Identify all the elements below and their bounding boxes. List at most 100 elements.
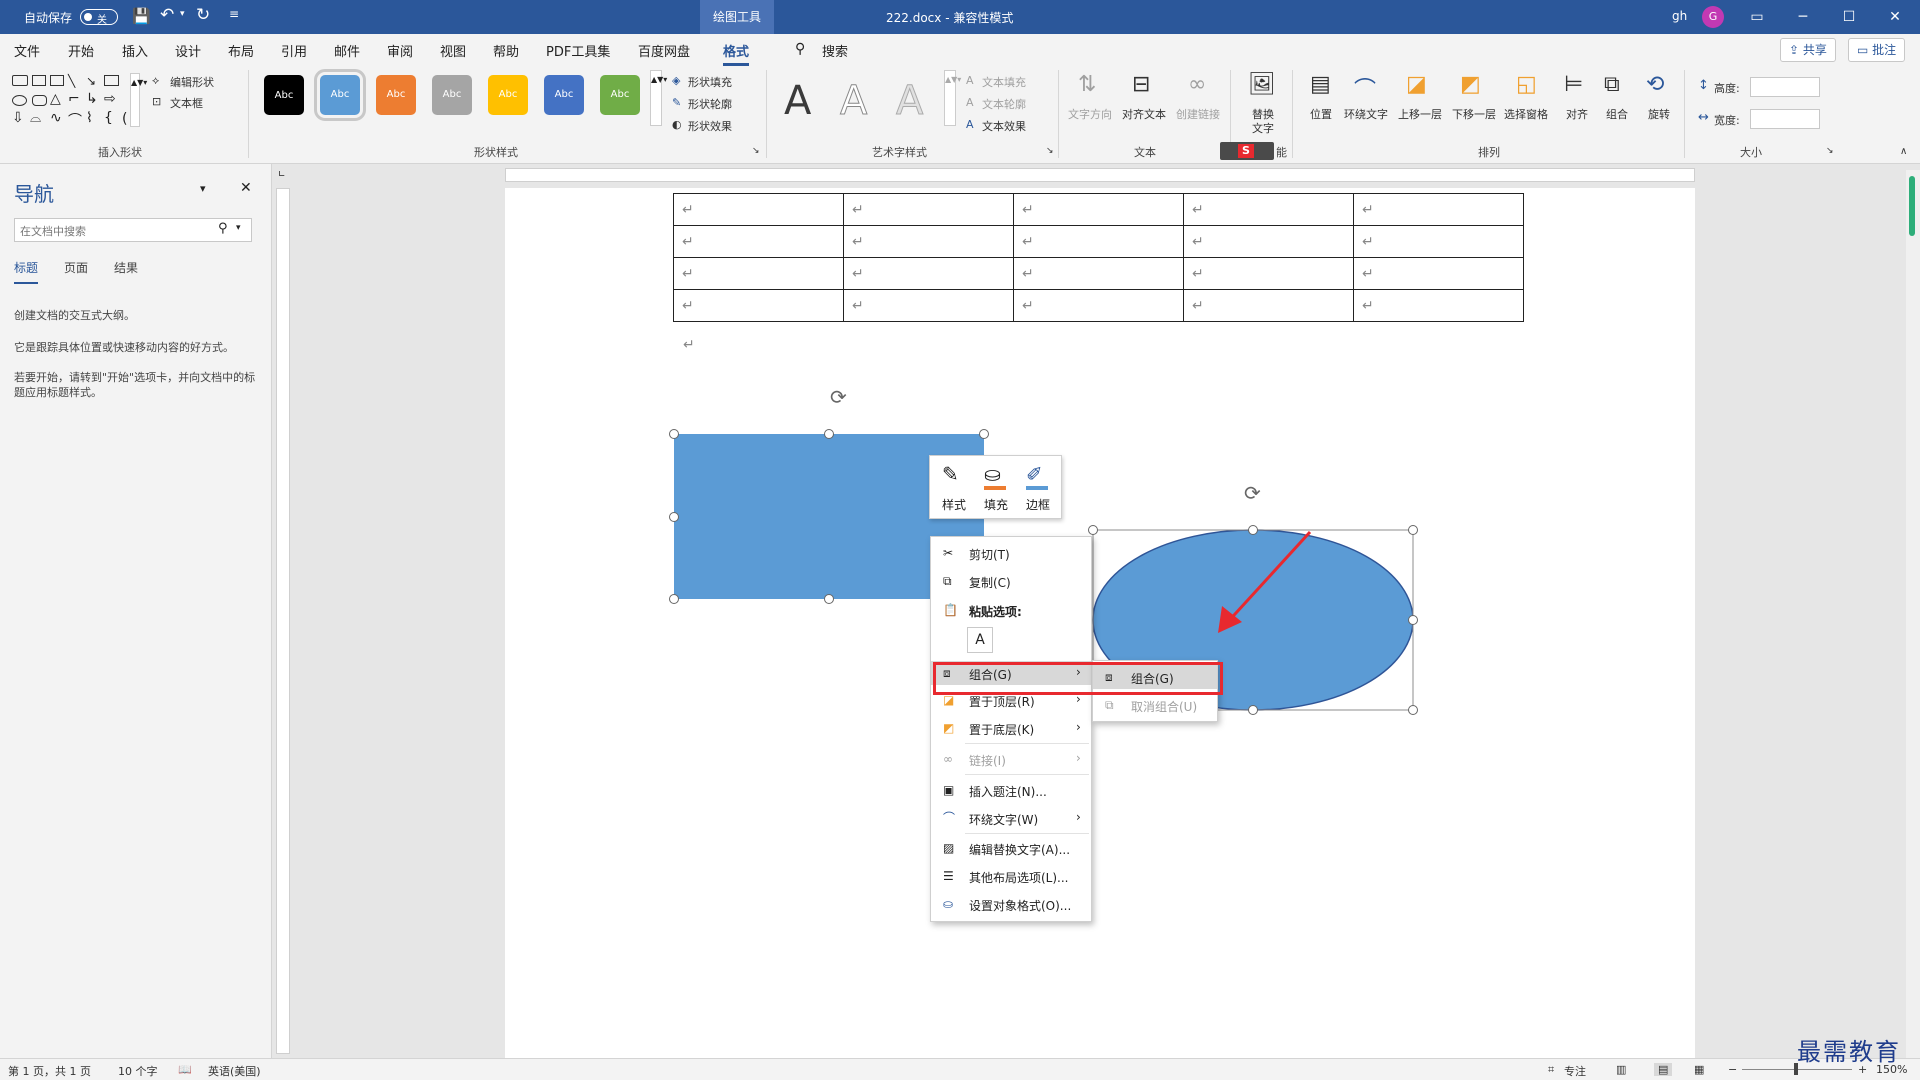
maximize-button[interactable]: ☐: [1826, 0, 1872, 34]
edit-shape-button[interactable]: 编辑形状: [170, 74, 214, 90]
print-layout-icon[interactable]: ▤: [1654, 1063, 1673, 1076]
nav-search-icon[interactable]: ⚲: [218, 221, 228, 236]
wordart-style-3[interactable]: A: [895, 78, 923, 125]
resize-handle[interactable]: [1408, 615, 1418, 625]
table-cell[interactable]: ↵: [1013, 257, 1184, 290]
text-box-icon[interactable]: ⊡: [152, 95, 161, 108]
shape-fill-icon[interactable]: ◈: [672, 74, 680, 87]
shape-fill-button[interactable]: 形状填充: [688, 74, 732, 90]
horizontal-ruler[interactable]: [505, 168, 1695, 182]
nav-options-icon[interactable]: ▾: [200, 182, 206, 195]
focus-icon[interactable]: ⌗: [1548, 1063, 1554, 1077]
resize-handle[interactable]: [824, 429, 834, 439]
collapse-ribbon-icon[interactable]: ∧: [1900, 146, 1907, 157]
table-cell[interactable]: ↵: [1183, 193, 1354, 226]
share-button[interactable]: ⇪ 共享: [1780, 38, 1836, 62]
menu-item-cut[interactable]: ✂ 剪切(T): [931, 541, 1091, 565]
table-cell[interactable]: ↵: [843, 257, 1014, 290]
avatar[interactable]: G: [1702, 6, 1724, 28]
tab-file[interactable]: 文件: [14, 41, 40, 60]
align-text-button[interactable]: 对齐文本: [1122, 106, 1166, 122]
table-cell[interactable]: ↵: [843, 225, 1014, 258]
align-button[interactable]: 对齐: [1566, 106, 1588, 122]
position-icon[interactable]: ▤: [1310, 72, 1331, 97]
text-box-button[interactable]: 文本框: [170, 95, 203, 111]
shape-style-blue-selected[interactable]: Abc: [314, 69, 366, 121]
wordart-style-1[interactable]: A: [784, 78, 811, 124]
tab-help[interactable]: 帮助: [493, 41, 519, 60]
nav-search-dropdown-icon[interactable]: ▾: [236, 223, 241, 233]
shape-effects-icon[interactable]: ◐: [672, 118, 682, 131]
nav-tab-results[interactable]: 结果: [114, 259, 138, 276]
table-cell[interactable]: ↵: [1183, 257, 1354, 290]
size-launcher-icon[interactable]: ↘: [1826, 146, 1834, 156]
mini-style-button[interactable]: 样式: [942, 496, 966, 513]
paste-keep-text-only-icon[interactable]: A: [967, 627, 993, 653]
table-cell[interactable]: ↵: [1353, 193, 1524, 226]
customize-qat-icon[interactable]: ≡: [229, 7, 239, 21]
menu-item-more-layout-options[interactable]: ☰ 其他布局选项(L)...: [931, 864, 1091, 888]
menu-item-send-to-back[interactable]: ◩ 置于底层(K) ›: [931, 716, 1091, 740]
shape-outline-icon[interactable]: ✎: [672, 96, 681, 109]
vertical-scrollbar[interactable]: [1906, 170, 1920, 1058]
rotate-icon[interactable]: ⟲: [1646, 72, 1664, 97]
table-cell[interactable]: ↵: [673, 289, 844, 322]
oval-shape-icon[interactable]: [12, 95, 27, 106]
resize-handle[interactable]: [669, 512, 679, 522]
height-input[interactable]: [1750, 77, 1820, 97]
shape-style-green[interactable]: Abc: [600, 75, 640, 115]
rounded-rect-icon[interactable]: [32, 95, 47, 106]
border-pen-icon[interactable]: ✐: [1026, 462, 1043, 486]
shape-style-black[interactable]: Abc: [264, 75, 304, 115]
table-cell[interactable]: ↵: [1183, 225, 1354, 258]
square-shape-icon[interactable]: [104, 75, 119, 86]
tab-design[interactable]: 设计: [175, 41, 201, 60]
resize-handle[interactable]: [979, 429, 989, 439]
ime-toolbar[interactable]: S: [1220, 142, 1274, 160]
wordart-scroll[interactable]: ▲▼▾: [944, 70, 961, 126]
tab-format[interactable]: 格式: [723, 41, 750, 66]
table-cell[interactable]: ↵: [843, 289, 1014, 322]
tab-pdf-tools[interactable]: PDF工具集: [546, 41, 610, 60]
scrollbar-thumb[interactable]: [1909, 176, 1915, 236]
rectangle-shape-icon[interactable]: [12, 75, 28, 86]
read-mode-icon[interactable]: ▥: [1616, 1063, 1626, 1076]
menu-item-insert-caption[interactable]: ▣ 插入题注(N)...: [931, 778, 1091, 802]
resize-handle[interactable]: [824, 594, 834, 604]
down-arrow-shape-icon[interactable]: ⇩: [12, 110, 24, 126]
table-cell[interactable]: ↵: [1353, 225, 1524, 258]
close-button[interactable]: ✕: [1872, 0, 1918, 34]
nav-search-input[interactable]: 在文档中搜索: [14, 218, 252, 242]
mini-border-button[interactable]: 边框: [1026, 496, 1050, 513]
menu-item-copy[interactable]: ⧉ 复制(C): [931, 569, 1091, 593]
proofing-icon[interactable]: 📖: [178, 1063, 192, 1076]
shape-style-gold[interactable]: Abc: [488, 75, 528, 115]
triangle-shape-icon[interactable]: △: [50, 91, 61, 107]
shape-gallery-scroll[interactable]: ▲▼▾: [130, 73, 147, 127]
wave-icon[interactable]: ⌇: [86, 110, 93, 126]
tab-baidu-netdisk[interactable]: 百度网盘: [638, 41, 690, 60]
ribbon-display-options-icon[interactable]: ▭: [1734, 0, 1780, 34]
table-cell[interactable]: ↵: [1353, 257, 1524, 290]
send-backward-icon[interactable]: ◩: [1460, 72, 1481, 97]
undo-dropdown-icon[interactable]: ▾: [180, 9, 185, 19]
group-icon[interactable]: ⧉: [1604, 72, 1620, 97]
table-cell[interactable]: ↵: [1013, 289, 1184, 322]
search-icon[interactable]: ⚲: [795, 41, 805, 57]
shape-outline-button[interactable]: 形状轮廓: [688, 96, 732, 112]
menu-item-format-object[interactable]: ⛀ 设置对象格式(O)...: [931, 892, 1091, 916]
bring-forward-icon[interactable]: ◪: [1406, 72, 1427, 97]
block-arrow-icon[interactable]: ⇨: [104, 91, 116, 107]
menu-item-edit-alt-text[interactable]: ▨ 编辑替换文字(A)...: [931, 836, 1091, 860]
shape-style-dark-blue[interactable]: Abc: [544, 75, 584, 115]
align-icon[interactable]: ⊨: [1564, 72, 1583, 97]
resize-handle[interactable]: [1408, 705, 1418, 715]
comments-button[interactable]: ▭ 批注: [1848, 38, 1906, 62]
tab-selector-icon[interactable]: ∟: [278, 170, 286, 180]
tab-home[interactable]: 开始: [68, 41, 94, 60]
alt-text-button-line2[interactable]: 文字: [1252, 120, 1274, 136]
resize-handle[interactable]: [1088, 525, 1098, 535]
ellipse-rotate-handle-icon[interactable]: ⟳: [1244, 481, 1261, 505]
shape-style-orange[interactable]: Abc: [376, 75, 416, 115]
word-count[interactable]: 10 个字: [118, 1063, 158, 1079]
